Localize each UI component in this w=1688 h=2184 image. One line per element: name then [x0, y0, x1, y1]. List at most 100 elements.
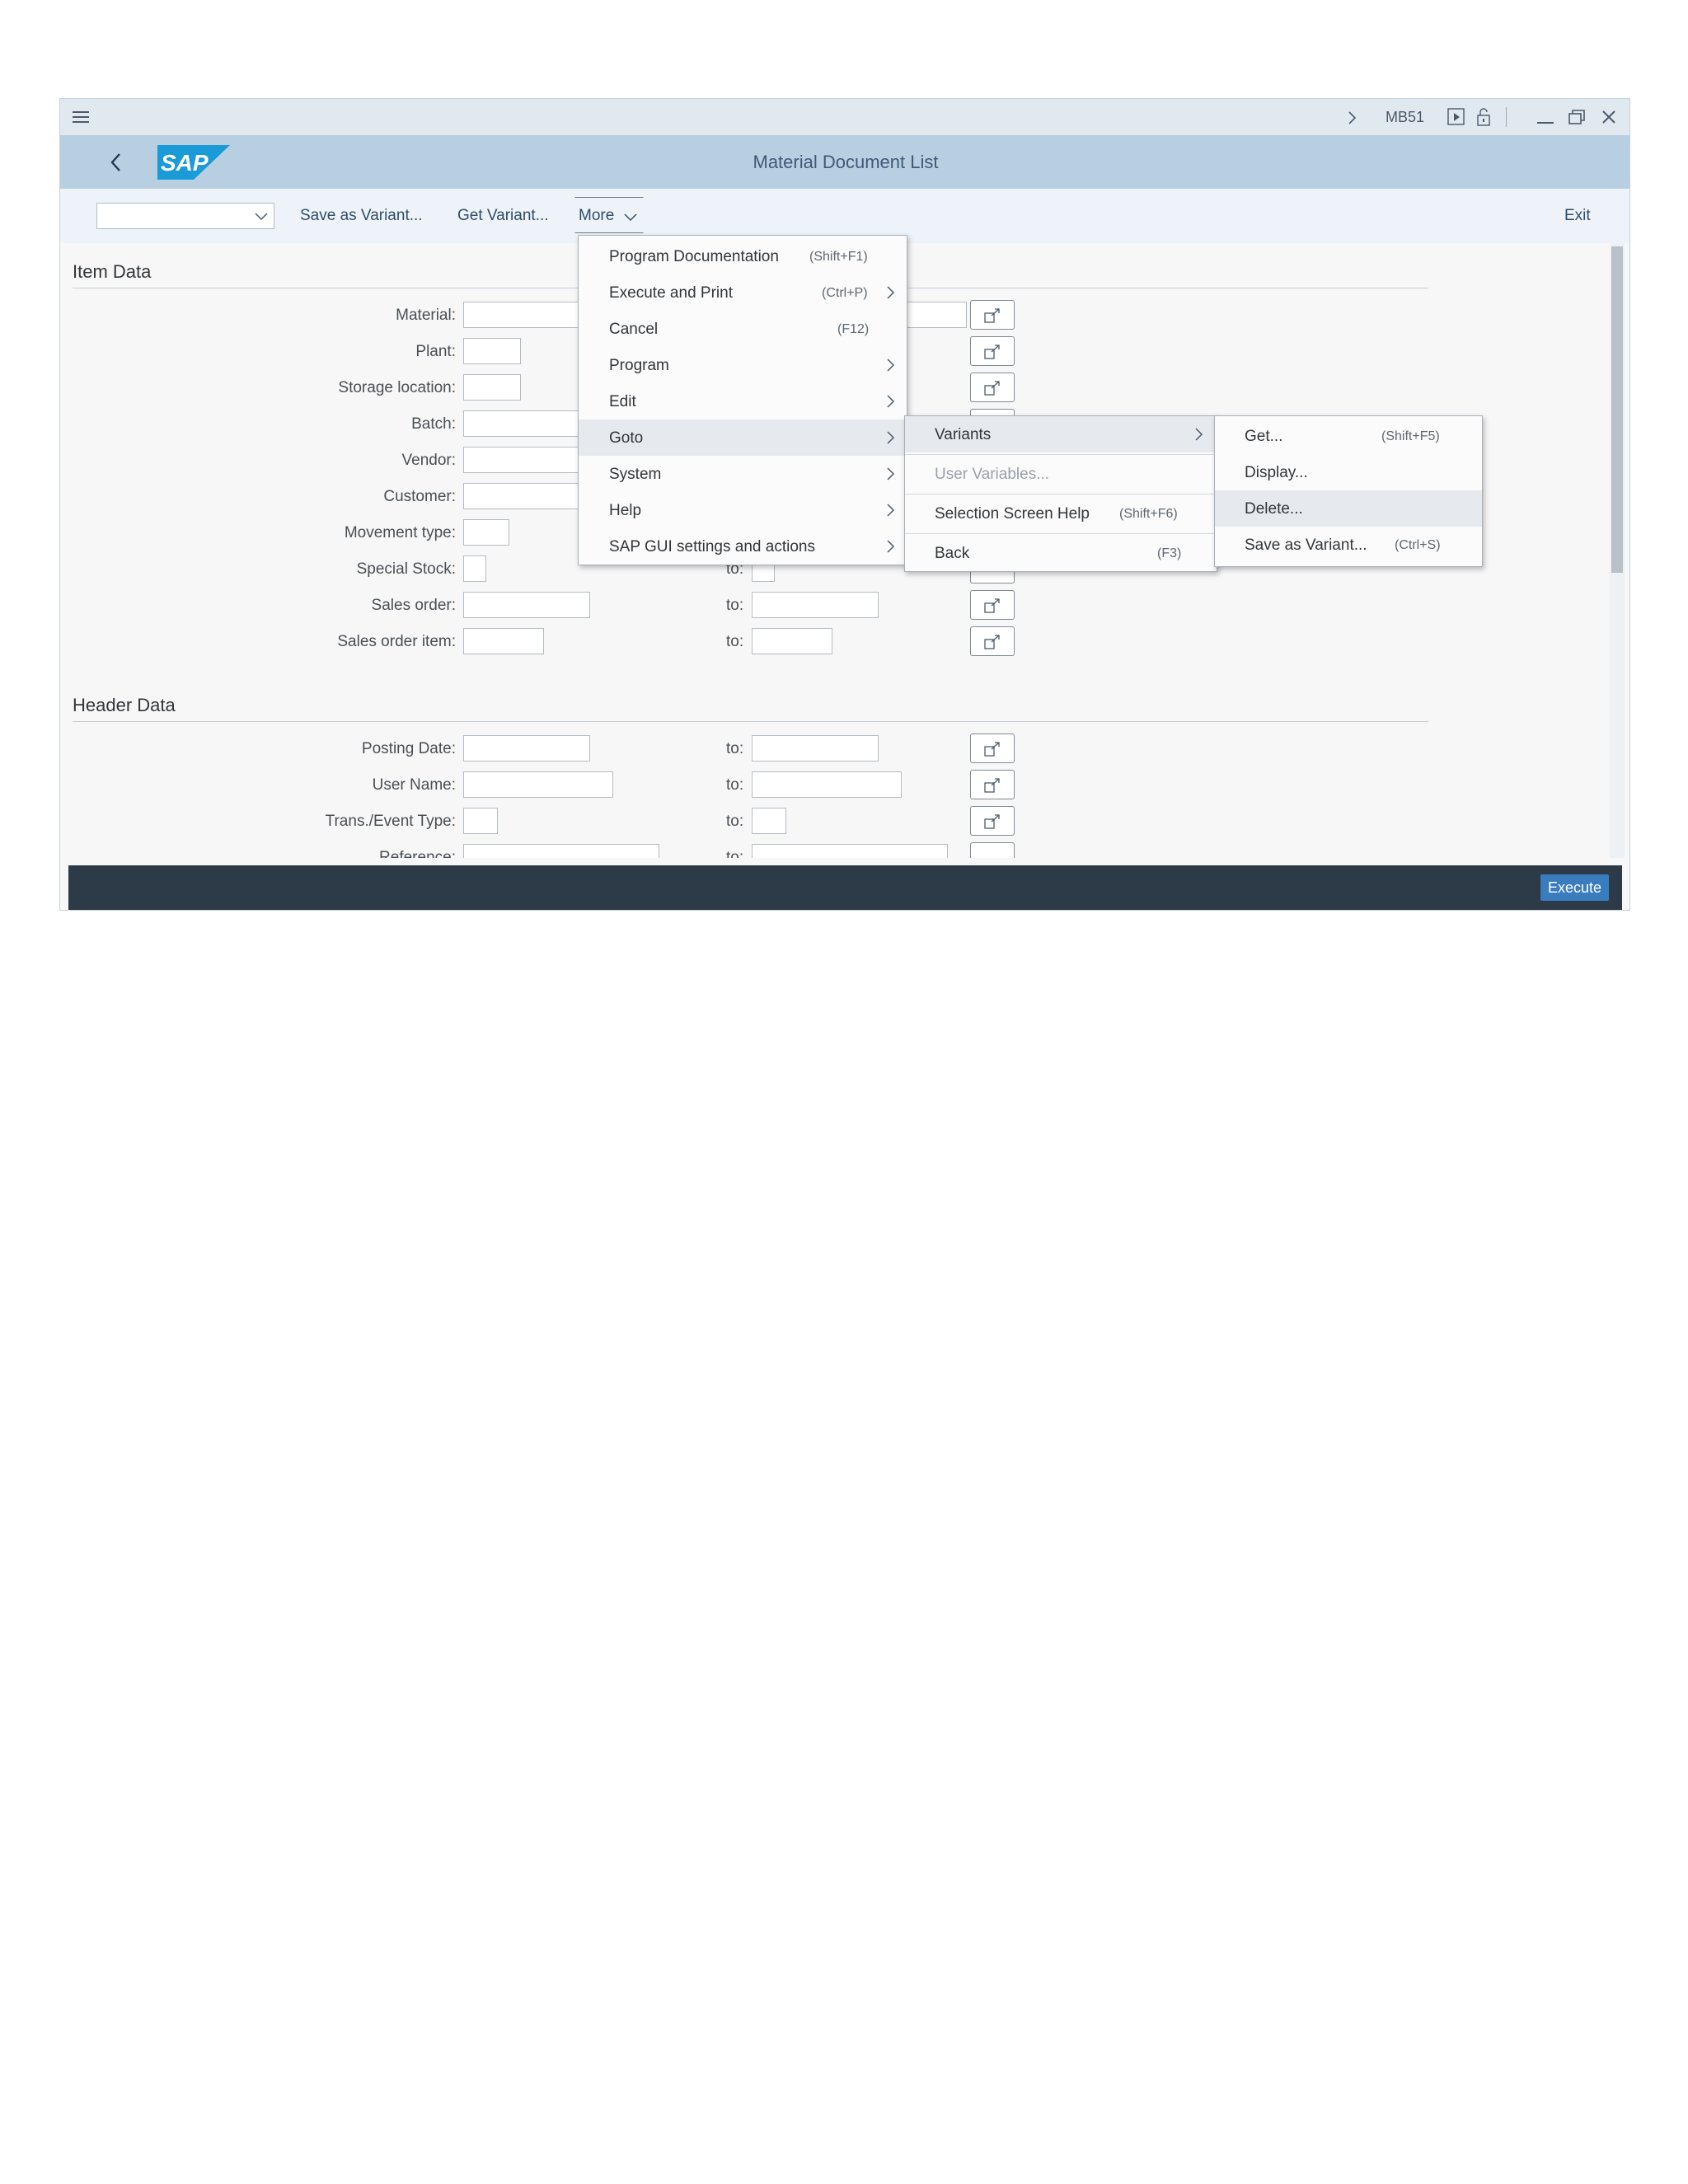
- more-menu: Program Documentation (Shift+F1) Execute…: [578, 235, 907, 565]
- exit-button[interactable]: Exit: [1564, 207, 1591, 225]
- menu-item-get[interactable]: Get... (Shift+F5): [1215, 418, 1482, 454]
- menu-item-cancel[interactable]: Cancel (F12): [579, 311, 907, 347]
- row-label-storage-location: Storage location:: [338, 379, 456, 396]
- row-label-sales-order-item: Sales order item:: [337, 633, 456, 650]
- lock-icon[interactable]: [1475, 107, 1493, 127]
- user-name-from-input[interactable]: [463, 771, 613, 798]
- special-stock-from-input[interactable]: [463, 555, 486, 582]
- multiple-selection-button[interactable]: [970, 733, 1015, 763]
- sales-order-to-input[interactable]: [752, 592, 879, 618]
- customer-from-input[interactable]: [463, 483, 579, 509]
- chevron-down-icon: [623, 212, 638, 222]
- row-label-user-name: User Name:: [372, 776, 456, 794]
- menu-separator: [905, 533, 1217, 534]
- menu-item-selection-screen-help[interactable]: Selection Screen Help (Shift+F6): [905, 495, 1217, 532]
- chevron-right-icon: [887, 540, 895, 553]
- sales-order-item-from-input[interactable]: [463, 628, 544, 654]
- get-variant-button[interactable]: Get Variant...: [457, 207, 549, 225]
- menu-item-edit[interactable]: Edit: [579, 383, 907, 419]
- plant-from-input[interactable]: [463, 338, 521, 364]
- posting-date-to-input[interactable]: [752, 735, 879, 762]
- vendor-from-input[interactable]: [463, 447, 579, 473]
- to-label: to:: [726, 633, 744, 650]
- chevron-right-icon: [887, 286, 895, 299]
- vertical-scrollbar[interactable]: [1610, 243, 1625, 858]
- to-label: to:: [726, 776, 744, 794]
- chevron-right-icon: [887, 431, 895, 444]
- expand-chevron-icon[interactable]: [1346, 110, 1359, 126]
- row-label-posting-date: Posting Date:: [361, 740, 456, 757]
- movement-type-from-input[interactable]: [463, 519, 509, 546]
- posting-date-from-input[interactable]: [463, 735, 590, 762]
- scrollbar-thumb[interactable]: [1611, 246, 1623, 573]
- menu-item-program[interactable]: Program: [579, 347, 907, 383]
- transaction-code: MB51: [1386, 109, 1425, 125]
- sales-order-from-input[interactable]: [463, 592, 590, 618]
- divider: [1506, 107, 1507, 127]
- menu-item-user-variables: User Variables...: [935, 466, 1050, 483]
- row-label-batch: Batch:: [411, 415, 456, 433]
- row-label-reference: Reference:: [379, 849, 456, 858]
- to-label: to:: [726, 740, 744, 757]
- menu-item-save-as-variant[interactable]: Save as Variant... (Ctrl+S): [1215, 527, 1482, 563]
- menu-item-execute-and-print[interactable]: Execute and Print (Ctrl+P): [579, 274, 907, 311]
- row-label-vendor: Vendor:: [401, 452, 457, 469]
- multiple-selection-button[interactable]: [970, 336, 1015, 366]
- menu-item-help[interactable]: Help: [579, 492, 907, 528]
- multiple-selection-button[interactable]: [970, 373, 1015, 402]
- reference-to-input[interactable]: [752, 844, 948, 858]
- menu-item-delete[interactable]: Delete...: [1215, 490, 1482, 527]
- chevron-right-icon: [887, 359, 895, 372]
- batch-from-input[interactable]: [463, 410, 579, 437]
- row-label-trans-event-type: Trans./Event Type:: [325, 813, 456, 830]
- chevron-right-icon: [887, 467, 895, 480]
- menu-item-sap-gui-settings[interactable]: SAP GUI settings and actions: [579, 528, 907, 565]
- multiple-selection-button[interactable]: [970, 842, 1015, 858]
- chevron-right-icon: [1195, 428, 1203, 441]
- system-bar: MB51: [60, 99, 1629, 135]
- menu-item-display[interactable]: Display...: [1215, 454, 1482, 490]
- section-title-header-data: Header Data: [73, 695, 176, 715]
- to-label: to:: [726, 849, 744, 858]
- reference-from-input[interactable]: [463, 844, 659, 858]
- storage-location-from-input[interactable]: [463, 374, 521, 401]
- trans-event-type-from-input[interactable]: [463, 808, 498, 834]
- user-name-to-input[interactable]: [752, 771, 902, 798]
- variant-select[interactable]: [96, 203, 274, 229]
- row-label-customer: Customer:: [383, 488, 456, 505]
- section-title-item-data: Item Data: [73, 261, 152, 282]
- hamburger-menu-icon[interactable]: [72, 109, 91, 125]
- restore-icon[interactable]: [1567, 107, 1587, 127]
- row-label-special-stock: Special Stock:: [356, 560, 456, 578]
- menu-separator: [905, 454, 1217, 455]
- menu-item-goto[interactable]: Goto: [579, 419, 907, 456]
- to-label: to:: [726, 597, 744, 614]
- menu-item-program-documentation[interactable]: Program Documentation (Shift+F1): [579, 238, 907, 274]
- chevron-down-icon: [254, 211, 269, 221]
- close-icon[interactable]: [1599, 107, 1619, 127]
- menu-item-variants[interactable]: Variants: [905, 416, 1217, 452]
- multiple-selection-button[interactable]: [970, 300, 1015, 330]
- sales-order-item-to-input[interactable]: [752, 628, 832, 654]
- trans-event-type-to-input[interactable]: [752, 808, 786, 834]
- variants-submenu: Get... (Shift+F5) Display... Delete... S…: [1214, 415, 1483, 567]
- multiple-selection-button[interactable]: [970, 770, 1015, 799]
- minimize-icon[interactable]: [1536, 107, 1555, 127]
- play-icon[interactable]: [1447, 108, 1465, 126]
- multiple-selection-button[interactable]: [970, 806, 1015, 836]
- multiple-selection-button[interactable]: [970, 626, 1015, 656]
- save-as-variant-button[interactable]: Save as Variant...: [300, 207, 423, 225]
- row-label-movement-type: Movement type:: [344, 524, 456, 541]
- multiple-selection-button[interactable]: [970, 590, 1015, 620]
- material-from-input[interactable]: [463, 302, 579, 328]
- sap-gui-window: MB51 SAP Material Document List Save as …: [59, 98, 1630, 911]
- to-label: to:: [726, 813, 744, 830]
- row-label-material: Material:: [396, 307, 456, 324]
- footer-bar: Execute: [68, 865, 1622, 910]
- execute-button[interactable]: Execute: [1540, 874, 1610, 901]
- more-button[interactable]: More: [574, 197, 644, 233]
- menu-item-system[interactable]: System: [579, 456, 907, 492]
- title-bar: SAP Material Document List: [60, 135, 1629, 189]
- row-label-sales-order: Sales order:: [371, 597, 456, 614]
- menu-item-back[interactable]: Back (F3): [905, 535, 1217, 571]
